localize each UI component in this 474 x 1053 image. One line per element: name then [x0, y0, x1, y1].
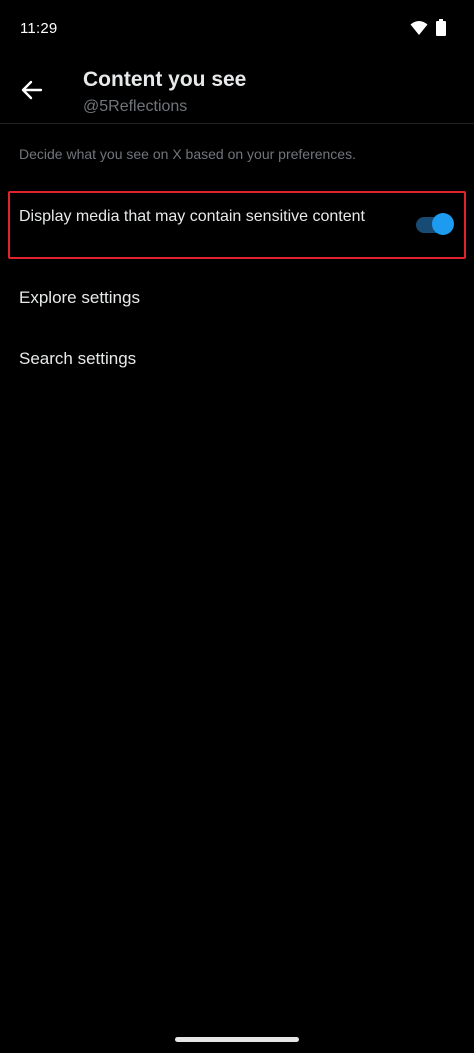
search-settings-label: Search settings — [19, 349, 137, 368]
toggle-thumb — [432, 213, 454, 235]
explore-settings-item[interactable]: Explore settings — [0, 271, 474, 327]
back-button[interactable] — [12, 72, 52, 112]
sensitive-media-toggle[interactable] — [416, 213, 454, 237]
page-title: Content you see — [83, 68, 247, 91]
account-handle: @5Reflections — [83, 98, 188, 115]
status-icons — [410, 19, 446, 41]
battery-icon — [436, 19, 446, 41]
status-bar: 11:29 — [0, 0, 474, 60]
explore-settings-label: Explore settings — [19, 288, 140, 307]
search-settings-item[interactable]: Search settings — [0, 332, 474, 388]
home-indicator[interactable] — [175, 1037, 299, 1042]
status-time: 11:29 — [20, 20, 58, 37]
arrow-left-icon — [21, 79, 43, 106]
wifi-icon — [410, 20, 428, 41]
header: Content you see @5Reflections — [0, 60, 474, 124]
sensitive-media-label: Display media that may contain sensitive… — [19, 208, 365, 225]
page-description: Decide what you see on X based on your p… — [19, 146, 356, 162]
sensitive-media-setting[interactable]: Display media that may contain sensitive… — [8, 191, 466, 259]
